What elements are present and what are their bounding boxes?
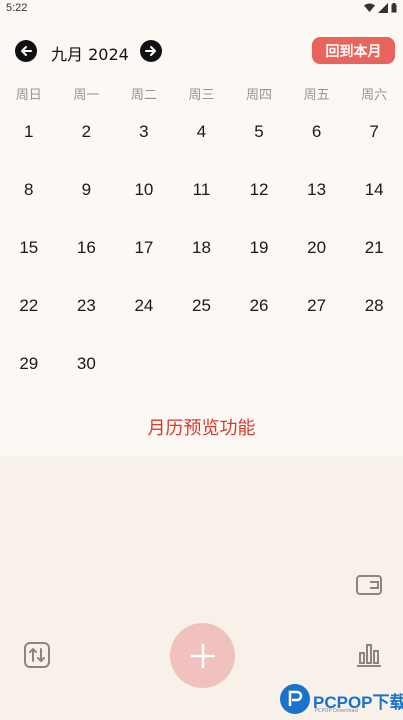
arrow-left-icon (21, 46, 32, 56)
plus-icon (190, 643, 215, 668)
calendar-grid: 1 2 3 4 5 6 7 8 9 10 11 12 13 14 15 16 17 18 19 20 21 22 23 24 2… (0, 114, 403, 404)
day-cell[interactable]: 16 (58, 230, 116, 288)
day-cell[interactable]: 9 (58, 172, 116, 230)
day-cell[interactable]: 5 (230, 114, 288, 172)
day-cell[interactable]: 8 (0, 172, 58, 230)
weekday-label: 周二 (130, 88, 157, 103)
empty-day-cell (230, 346, 288, 404)
day-cell[interactable]: 15 (0, 230, 58, 288)
week-row: 29 30 (0, 346, 403, 404)
weekday-header: 周日 周一 周二 周三 周四 周五 周六 (0, 84, 403, 104)
signal-icon (378, 3, 388, 13)
weekday-label: 周三 (188, 88, 215, 103)
day-cell[interactable]: 11 (173, 172, 231, 230)
bar-chart-icon (357, 644, 381, 667)
wallet-icon (356, 575, 382, 595)
day-cell[interactable]: 30 (58, 346, 116, 404)
day-cell[interactable]: 24 (115, 288, 173, 346)
week-row: 1234567 (0, 114, 403, 172)
empty-day-cell (345, 346, 403, 404)
status-icons (364, 3, 397, 13)
weekday-label: 周六 (361, 88, 388, 103)
wifi-icon (364, 3, 375, 12)
day-cell[interactable]: 10 (115, 172, 173, 230)
day-cell[interactable]: 25 (173, 288, 231, 346)
sort-icon (24, 642, 50, 668)
status-time: 5:22 (6, 2, 28, 14)
weekday-label: 周一 (73, 88, 100, 103)
add-button[interactable] (170, 623, 235, 688)
day-cell[interactable]: 21 (345, 230, 403, 288)
empty-day-cell (173, 346, 231, 404)
arrow-right-icon (145, 46, 156, 56)
next-month-button[interactable] (140, 40, 162, 62)
day-cell[interactable]: 12 (230, 172, 288, 230)
day-cell[interactable]: 1 (0, 114, 58, 172)
day-cell[interactable]: 22 (0, 288, 58, 346)
day-cell[interactable]: 26 (230, 288, 288, 346)
day-cell[interactable]: 2 (58, 114, 116, 172)
battery-icon (391, 3, 397, 13)
empty-day-cell (115, 346, 173, 404)
statistics-button[interactable] (354, 640, 384, 670)
watermark-subtext: PCPOP Download (315, 708, 358, 714)
month-title: 九月 2024 (51, 45, 129, 64)
calendar-header: 九月 2024 回到本月 (0, 36, 403, 66)
day-cell[interactable]: 18 (173, 230, 231, 288)
day-cell[interactable]: 20 (288, 230, 346, 288)
day-cell[interactable]: 28 (345, 288, 403, 346)
day-cell[interactable]: 13 (288, 172, 346, 230)
empty-day-cell (288, 346, 346, 404)
day-cell[interactable]: 4 (173, 114, 231, 172)
day-cell[interactable]: 6 (288, 114, 346, 172)
status-bar: 5:22 (0, 0, 403, 18)
sort-button[interactable] (22, 640, 52, 670)
prev-month-button[interactable] (15, 40, 37, 62)
weekday-label: 周日 (15, 88, 42, 103)
watermark: PCPOP下载 PCPOP Download (280, 684, 403, 720)
day-cell[interactable]: 29 (0, 346, 58, 404)
weekday-label: 周四 (246, 88, 273, 103)
day-cell[interactable]: 17 (115, 230, 173, 288)
day-cell[interactable]: 23 (58, 288, 116, 346)
week-row: 8 9 10 11 12 13 14 (0, 172, 403, 230)
weekday-label: 周五 (303, 88, 330, 103)
week-row: 15 16 17 18 19 20 21 (0, 230, 403, 288)
preview-feature-label: 月历预览功能 (147, 418, 256, 439)
day-cell[interactable]: 14 (345, 172, 403, 230)
week-row: 22 23 24 25 26 27 28 (0, 288, 403, 346)
day-cell[interactable]: 7 (345, 114, 403, 172)
back-to-current-month-button[interactable]: 回到本月 (312, 37, 395, 64)
wallet-button[interactable] (354, 570, 384, 600)
day-cell[interactable]: 27 (288, 288, 346, 346)
pcpop-logo-icon (280, 684, 310, 714)
day-cell[interactable]: 3 (115, 114, 173, 172)
day-cell[interactable]: 19 (230, 230, 288, 288)
